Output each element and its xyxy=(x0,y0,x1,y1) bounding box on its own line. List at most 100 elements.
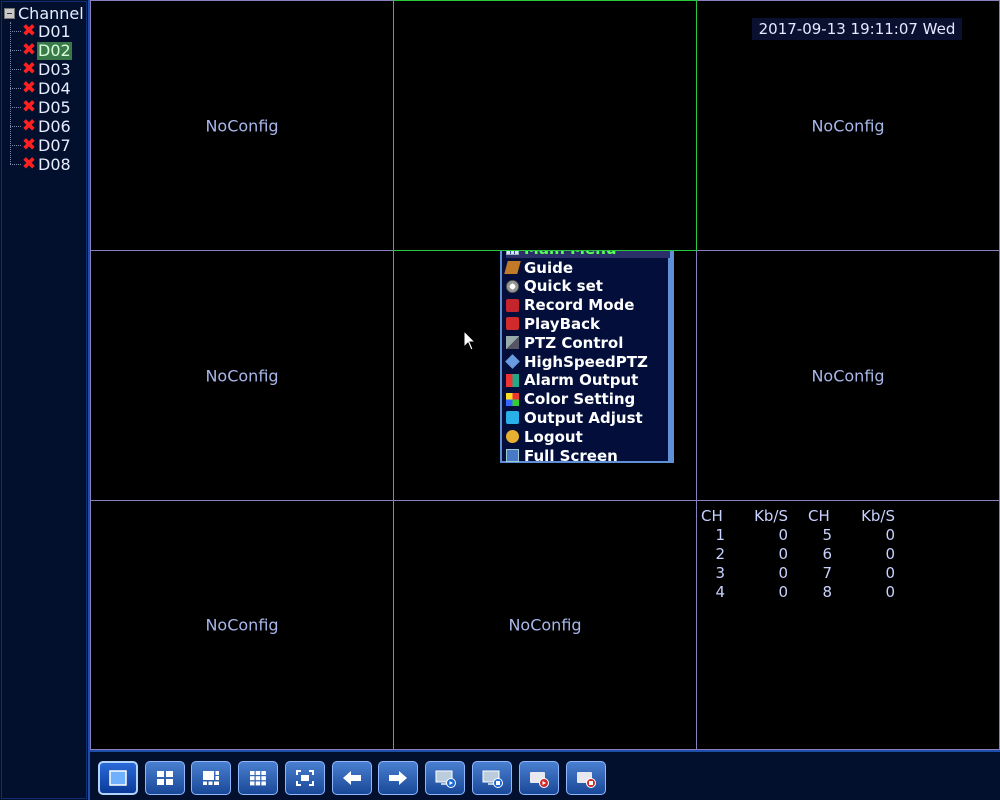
menu-item-color-setting[interactable]: Color Setting xyxy=(506,390,670,409)
single-view-button[interactable] xyxy=(98,761,138,795)
menu-item-logout[interactable]: Logout xyxy=(506,427,670,446)
header-kbs-1: Kb/S xyxy=(754,507,788,525)
channel-tree-root[interactable]: Channel xyxy=(4,4,84,23)
channel-item-d02[interactable]: ✖ D02 xyxy=(10,41,72,60)
record-icon xyxy=(506,298,519,312)
tree-branch xyxy=(10,69,21,70)
play-button[interactable] xyxy=(425,761,465,795)
channel-item-d07[interactable]: ✖ D07 xyxy=(10,136,72,155)
menu-item-output-adjust[interactable]: Output Adjust xyxy=(506,408,670,427)
tree-branch xyxy=(10,145,21,146)
channel-label: D02 xyxy=(37,40,72,60)
bitrate-value: 0 xyxy=(885,526,895,544)
menu-item-ptz-control[interactable]: PTZ Control xyxy=(506,333,670,352)
header-kbs-2: Kb/S xyxy=(861,507,895,525)
menu-item-label: PTZ Control xyxy=(524,333,624,352)
nine-view-button[interactable] xyxy=(238,761,278,795)
quad-view-button[interactable] xyxy=(145,761,185,795)
ptz-icon xyxy=(506,336,519,350)
bitrate-row: 1050 xyxy=(700,526,910,545)
alarm-icon xyxy=(506,373,519,387)
mouse-cursor-icon xyxy=(463,330,477,351)
channel-number: 2 xyxy=(715,545,725,563)
header-ch-2: CH xyxy=(808,507,830,525)
menu-item-label: Color Setting xyxy=(524,390,636,409)
tree-branch xyxy=(10,50,21,51)
no-config-label: NoConfig xyxy=(205,615,279,635)
video-cell-4[interactable]: NoConfig xyxy=(90,250,394,501)
menu-item-label: Output Adjust xyxy=(524,408,643,427)
collapse-icon[interactable] xyxy=(4,8,15,19)
channel-item-d04[interactable]: ✖ D04 xyxy=(10,79,72,98)
six-grid-icon xyxy=(203,771,219,785)
no-config-label: NoConfig xyxy=(205,116,279,135)
channel-number: 7 xyxy=(822,564,832,582)
disconnected-icon: ✖ xyxy=(21,59,37,79)
quick-set-icon xyxy=(506,279,519,293)
video-cell-1[interactable]: NoConfig xyxy=(90,0,394,251)
main-context-menu: Main Menu GuideQuick setRecord ModePlayB… xyxy=(500,237,674,465)
guide-icon xyxy=(504,261,521,274)
channel-label: D05 xyxy=(38,97,71,117)
video-cell-6[interactable]: NoConfig xyxy=(696,250,1000,501)
menu-item-quick-set[interactable]: Quick set xyxy=(506,277,670,296)
menu-item-record-mode[interactable]: Record Mode xyxy=(506,296,670,315)
video-cell-2[interactable] xyxy=(393,0,697,251)
stop-button[interactable] xyxy=(472,761,512,795)
menu-item-label: Quick set xyxy=(524,277,603,296)
channel-label: D08 xyxy=(38,154,71,174)
tree-branch xyxy=(10,164,21,165)
fullscreen-icon xyxy=(506,449,519,462)
bitrate-value: 0 xyxy=(778,526,788,544)
bitrate-value: 0 xyxy=(778,564,788,582)
disconnected-icon: ✖ xyxy=(21,78,37,98)
menu-item-playback[interactable]: PlayBack xyxy=(506,314,670,333)
header-ch-1: CH xyxy=(701,507,723,525)
bitrate-row: 4 0 8 0 xyxy=(700,583,910,602)
no-config-label: NoConfig xyxy=(811,366,885,385)
arrow-left-icon xyxy=(343,771,361,785)
bottom-toolbar xyxy=(90,750,1000,800)
channel-sidebar: Channel ✖ D01 ✖ D02 ✖ D03 ✖ D04 ✖ D05 ✖ D06 ✖ D07 ✖ D08 xyxy=(0,0,90,800)
channel-item-d08[interactable]: ✖ D08 xyxy=(10,155,72,174)
previous-button[interactable] xyxy=(332,761,372,795)
disconnected-icon: ✖ xyxy=(21,21,37,41)
channel-item-d06[interactable]: ✖ D06 xyxy=(10,117,72,136)
full-view-button[interactable] xyxy=(285,761,325,795)
monitor-stop-icon xyxy=(482,770,503,788)
bitrate-row: 3 0 7 0 xyxy=(700,564,910,583)
nine-grid-icon xyxy=(250,771,266,786)
tree-branch xyxy=(10,107,21,108)
video-cell-8[interactable]: NoConfig xyxy=(393,500,697,750)
channel-item-d01[interactable]: ✖ D01 xyxy=(10,22,72,41)
fullscreen-icon xyxy=(296,770,314,786)
menu-item-full-screen[interactable]: Full Screen xyxy=(506,446,670,465)
playback-icon xyxy=(506,317,519,331)
record-start-button[interactable] xyxy=(519,761,559,795)
logout-icon xyxy=(506,430,519,444)
menu-item-label: Logout xyxy=(524,427,583,446)
channel-item-d05[interactable]: ✖ D05 xyxy=(10,98,72,117)
record-stop-icon xyxy=(577,772,596,788)
record-stop-button[interactable] xyxy=(566,761,606,795)
menu-item-label: PlayBack xyxy=(524,314,600,333)
channel-number: 1 xyxy=(715,526,725,544)
menu-item-guide[interactable]: Guide xyxy=(504,258,670,277)
channel-label: D01 xyxy=(38,21,71,41)
datetime-display: 2017-09-13 19:11:07 Wed xyxy=(752,18,962,40)
tree-branch xyxy=(10,31,21,32)
menu-item-label: Full Screen xyxy=(524,446,618,465)
color-icon xyxy=(506,392,519,406)
bitrate-header-row: CH Kb/S CH Kb/S xyxy=(700,507,910,526)
six-view-button[interactable] xyxy=(191,761,231,795)
channel-item-d03[interactable]: ✖ D03 xyxy=(10,60,72,79)
no-config-label: NoConfig xyxy=(508,615,582,635)
next-button[interactable] xyxy=(378,761,418,795)
channel-number: 5 xyxy=(822,526,832,544)
channel-number: 3 xyxy=(715,564,725,582)
monitor-play-icon xyxy=(435,770,456,788)
bitrate-row: 2060 xyxy=(700,545,910,564)
video-cell-7[interactable]: NoConfig xyxy=(90,500,394,750)
menu-item-alarm-output[interactable]: Alarm Output xyxy=(506,371,670,390)
menu-item-highspeedptz[interactable]: HighSpeedPTZ xyxy=(505,352,670,371)
